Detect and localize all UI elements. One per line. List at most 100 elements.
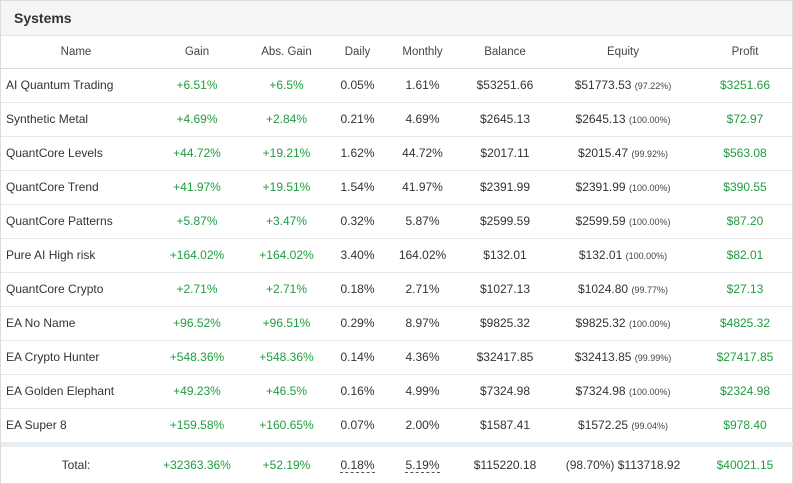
- column-header-equity[interactable]: Equity: [550, 36, 696, 69]
- monthly-cell: 44.72%: [385, 136, 460, 171]
- total-label: Total:: [61, 458, 91, 472]
- table-row: QuantCore Trend +41.97% +19.51% 1.54% 41.97%…: [1, 170, 793, 205]
- abs-gain-cell: +548.36%: [243, 340, 330, 375]
- gain-cell: +6.51%: [151, 68, 243, 103]
- profit-cell: $2324.98: [696, 374, 793, 409]
- column-header-name[interactable]: Name: [1, 36, 151, 69]
- column-header-balance[interactable]: Balance: [460, 36, 550, 69]
- column-header-monthly[interactable]: Monthly: [385, 36, 460, 69]
- daily-cell: 0.18%: [330, 272, 385, 307]
- equity-percent: (100.00%): [625, 251, 668, 261]
- profit-cell: $3251.66: [696, 68, 793, 103]
- monthly-cell: 8.97%: [385, 306, 460, 341]
- equity-value: $2015.47: [578, 146, 629, 160]
- total-equity: (98.70%) $113718.92: [565, 458, 681, 472]
- system-name-link[interactable]: QuantCore Patterns: [1, 204, 151, 239]
- gain-cell: +5.87%: [151, 204, 243, 239]
- abs-gain-cell: +19.21%: [243, 136, 330, 171]
- total-monthly[interactable]: 5.19%: [385, 447, 460, 483]
- balance-cell: $1027.13: [460, 272, 550, 307]
- equity-value: $2645.13: [575, 112, 626, 126]
- gain-cell: +159.58%: [169, 418, 225, 433]
- abs-gain-cell: +160.65%: [259, 418, 314, 433]
- panel-header: Systems: [1, 1, 792, 36]
- equity-value: $1024.80: [578, 282, 629, 296]
- system-name-link[interactable]: Pure AI High risk: [1, 238, 151, 273]
- table-row: Synthetic Metal +4.69% +2.84% 0.21% 4.69% $26…: [1, 102, 793, 137]
- balance-cell: $2017.11: [460, 136, 550, 171]
- column-header-daily[interactable]: Daily: [330, 36, 385, 69]
- profit-cell: $978.40: [723, 418, 767, 433]
- equity-cell: $1024.80 (99.77%): [550, 272, 696, 307]
- equity-cell: $1572.25 (99.04%): [550, 408, 696, 442]
- abs-gain-cell: +46.5%: [243, 374, 330, 409]
- balance-cell: $2391.99: [460, 170, 550, 205]
- daily-cell: 0.16%: [330, 374, 385, 409]
- equity-percent: (99.99%): [634, 353, 672, 363]
- monthly-cell: 2.71%: [385, 272, 460, 307]
- balance-cell: $53251.66: [460, 68, 550, 103]
- monthly-cell: 2.00%: [405, 418, 440, 433]
- abs-gain-cell: +2.84%: [243, 102, 330, 137]
- system-name-link[interactable]: EA Golden Elephant: [1, 374, 151, 409]
- table-row: EA Crypto Hunter +548.36% +548.36% 0.14% 4.3…: [1, 340, 793, 375]
- balance-cell: $1587.41: [479, 418, 531, 433]
- equity-percent: (99.77%): [631, 285, 668, 295]
- system-name-link[interactable]: EA Crypto Hunter: [1, 340, 151, 375]
- daily-cell: 0.29%: [330, 306, 385, 341]
- system-name-link[interactable]: QuantCore Crypto: [1, 272, 151, 307]
- abs-gain-cell: +96.51%: [243, 306, 330, 341]
- table-row: EA Golden Elephant +49.23% +46.5% 0.16% 4.99…: [1, 374, 793, 409]
- daily-cell: 0.21%: [330, 102, 385, 137]
- gain-cell: +164.02%: [151, 238, 243, 273]
- abs-gain-cell: +164.02%: [243, 238, 330, 273]
- equity-cell: $32413.85 (99.99%): [550, 340, 696, 375]
- table-row: QuantCore Crypto +2.71% +2.71% 0.18% 2.71% $1…: [1, 272, 793, 307]
- abs-gain-cell: +3.47%: [243, 204, 330, 239]
- total-daily[interactable]: 0.18%: [330, 447, 385, 483]
- equity-percent: (100.00%): [628, 319, 671, 329]
- system-name-link[interactable]: AI Quantum Trading: [1, 68, 151, 103]
- gain-cell: +41.97%: [151, 170, 243, 205]
- total-balance: $115220.18: [473, 458, 537, 472]
- total-monthly-value[interactable]: 5.19%: [405, 458, 440, 473]
- profit-cell: $563.08: [696, 136, 793, 171]
- gain-cell: +4.69%: [151, 102, 243, 137]
- equity-cell: $2599.59 (100.00%): [550, 204, 696, 239]
- system-name-link[interactable]: EA Super 8: [1, 408, 151, 442]
- table-row: EA No Name +96.52% +96.51% 0.29% 8.97% $9825.…: [1, 306, 793, 341]
- equity-value: $1572.25: [578, 418, 629, 433]
- monthly-cell: 1.61%: [385, 68, 460, 103]
- balance-cell: $32417.85: [460, 340, 550, 375]
- table-row: Pure AI High risk +164.02% +164.02% 3.40% 16…: [1, 238, 793, 273]
- column-header-abs-gain[interactable]: Abs. Gain: [243, 36, 330, 69]
- abs-gain-cell: +19.51%: [243, 170, 330, 205]
- balance-cell: $2599.59: [460, 204, 550, 239]
- system-name-link[interactable]: QuantCore Trend: [1, 170, 151, 205]
- systems-panel: Systems Name Gain Abs. Gain Daily Monthl…: [0, 0, 793, 484]
- equity-percent: (100.00%): [628, 387, 671, 397]
- column-header-profit[interactable]: Profit: [696, 36, 793, 69]
- column-header-gain[interactable]: Gain: [151, 36, 243, 69]
- profit-cell: $27.13: [696, 272, 793, 307]
- equity-value: $2599.59: [575, 214, 626, 228]
- total-abs-gain: +52.19%: [262, 458, 311, 472]
- monthly-cell: 4.69%: [385, 102, 460, 137]
- system-name-link[interactable]: QuantCore Levels: [1, 136, 151, 171]
- equity-value: $7324.98: [575, 384, 626, 398]
- system-name-link[interactable]: EA No Name: [1, 306, 151, 341]
- system-name-link[interactable]: Synthetic Metal: [1, 102, 151, 137]
- equity-cell: $132.01 (100.00%): [550, 238, 696, 273]
- equity-percent: (100.00%): [628, 183, 671, 193]
- abs-gain-cell: +2.71%: [243, 272, 330, 307]
- equity-value: $2391.99: [575, 180, 626, 194]
- profit-cell: $390.55: [696, 170, 793, 205]
- equity-value: $132.01: [578, 248, 623, 262]
- equity-percent: (100.00%): [628, 115, 671, 125]
- total-daily-value[interactable]: 0.18%: [340, 458, 375, 473]
- table-row: QuantCore Patterns +5.87% +3.47% 0.32% 5.87%…: [1, 204, 793, 239]
- equity-cell: $2645.13 (100.00%): [550, 102, 696, 137]
- profit-cell: $4825.32: [696, 306, 793, 341]
- equity-value: $9825.32: [575, 316, 626, 330]
- daily-cell: 0.14%: [330, 340, 385, 375]
